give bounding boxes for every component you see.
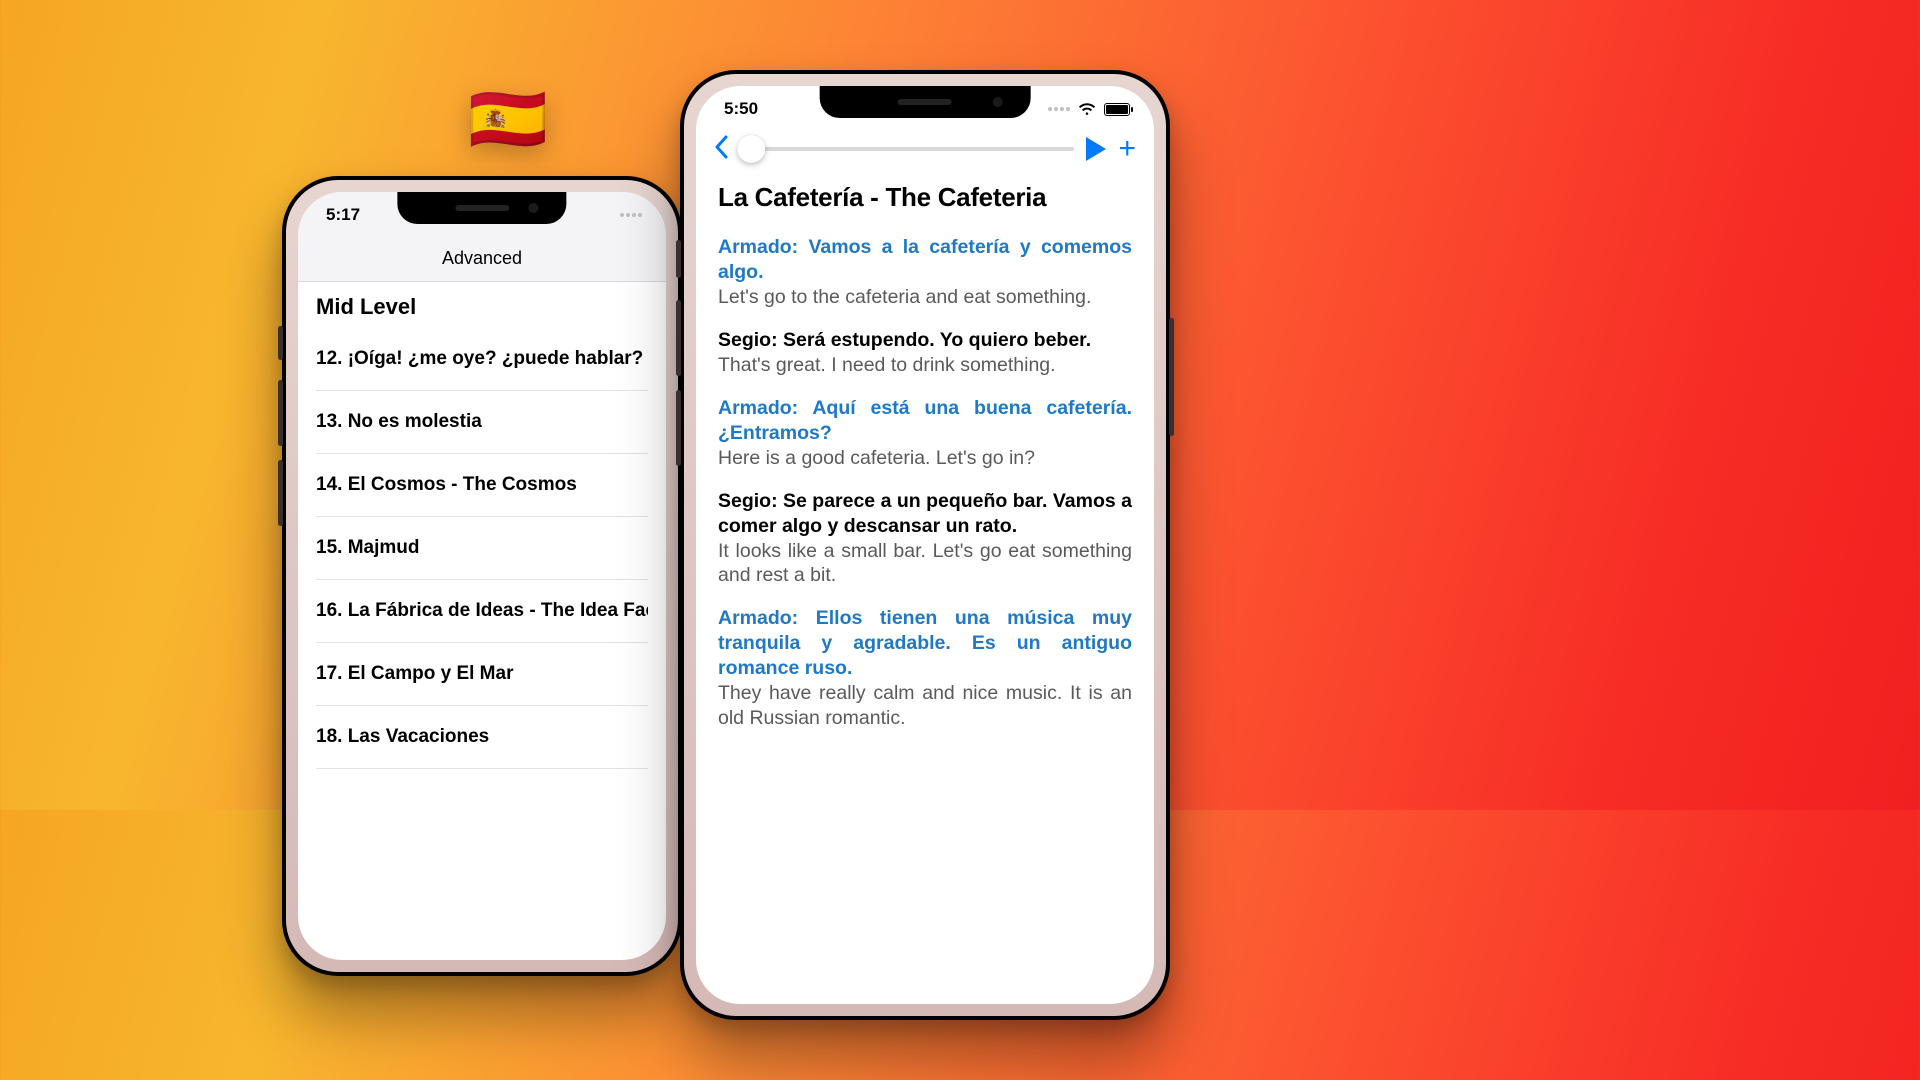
list-item[interactable]: 18. Las Vacaciones: [316, 706, 648, 769]
lesson-list: 12. ¡Oíga! ¿me oye? ¿puede hablar? 13. N…: [298, 328, 666, 769]
dialog-block: Segio: Se parece a un pequeño bar. Vamos…: [718, 489, 1132, 589]
list-item[interactable]: 14. El Cosmos - The Cosmos: [316, 454, 648, 517]
device-notch: [820, 86, 1031, 118]
dialog-spanish: Segio: Será estupendo. Yo quiero beber.: [718, 328, 1132, 353]
player-toolbar: +: [696, 132, 1154, 172]
progress-slider[interactable]: [740, 147, 1074, 151]
dialog-english: They have really calm and nice music. It…: [718, 681, 1132, 731]
slider-thumb[interactable]: [737, 135, 765, 163]
back-button[interactable]: [714, 135, 728, 163]
add-button[interactable]: +: [1118, 134, 1136, 164]
nav-bar-title: Advanced: [298, 238, 666, 282]
play-button[interactable]: [1086, 137, 1106, 161]
device-notch: [397, 192, 566, 224]
dialog-english: Let's go to the cafeteria and eat someth…: [718, 285, 1132, 310]
dialog-english: That's great. I need to drink something.: [718, 353, 1132, 378]
battery-icon: [1104, 103, 1130, 116]
dialog-english: It looks like a small bar. Let's go eat …: [718, 539, 1132, 589]
dialog-block: Segio: Será estupendo. Yo quiero beber. …: [718, 328, 1132, 378]
list-item[interactable]: 17. El Campo y El Mar: [316, 643, 648, 706]
promo-stage: 🇪🇸 5:17 Advanced Mid Level 12. ¡Oíga! ¿m…: [0, 0, 1440, 810]
device-mockup-reader: 5:50 + La Cafetería - The Cafeteria: [680, 70, 1170, 1020]
list-item[interactable]: 16. La Fábrica de Ideas - The Idea Facto: [316, 580, 648, 643]
dialog-spanish: Armado: Vamos a la cafetería y comemos a…: [718, 235, 1132, 285]
status-time: 5:50: [724, 99, 758, 119]
dialog-english: Here is a good cafeteria. Let's go in?: [718, 446, 1132, 471]
list-item[interactable]: 12. ¡Oíga! ¿me oye? ¿puede hablar?: [316, 328, 648, 391]
cellular-icon: [620, 213, 642, 217]
story-title: La Cafetería - The Cafeteria: [718, 182, 1132, 213]
dialog-spanish: Armado: Ellos tienen una música muy tran…: [718, 606, 1132, 681]
spain-flag-icon: 🇪🇸: [468, 82, 548, 157]
wifi-icon: [1078, 102, 1096, 116]
dialog-spanish: Armado: Aquí está una buena cafetería. ¿…: [718, 396, 1132, 446]
dialog-block: Armado: Vamos a la cafetería y comemos a…: [718, 235, 1132, 310]
dialog-block: Armado: Ellos tienen una música muy tran…: [718, 606, 1132, 731]
story-body: La Cafetería - The Cafeteria Armado: Vam…: [696, 172, 1154, 731]
cellular-icon: [1048, 107, 1070, 111]
section-header: Mid Level: [298, 282, 666, 328]
dialog-spanish: Segio: Se parece a un pequeño bar. Vamos…: [718, 489, 1132, 539]
dialog-block: Armado: Aquí está una buena cafetería. ¿…: [718, 396, 1132, 471]
device-mockup-list: 5:17 Advanced Mid Level 12. ¡Oíga! ¿me o…: [282, 176, 682, 976]
list-item[interactable]: 13. No es molestia: [316, 391, 648, 454]
status-time: 5:17: [326, 205, 360, 225]
list-item[interactable]: 15. Majmud: [316, 517, 648, 580]
